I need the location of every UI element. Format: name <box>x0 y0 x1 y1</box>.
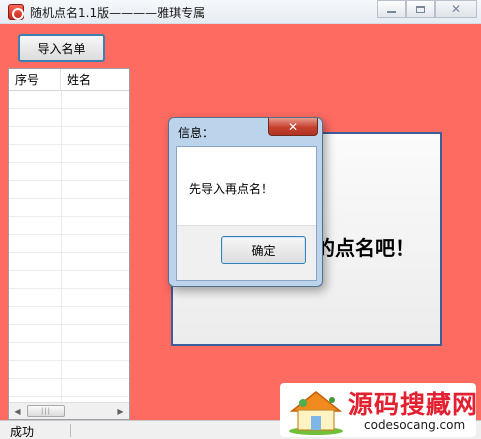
app-icon <box>8 4 24 20</box>
window-title: 随机点名1.1版————雅琪专属 <box>30 6 206 20</box>
watermark-title: 源码搜藏网 <box>348 390 479 419</box>
scrollbar-thumb[interactable]: ||| <box>27 405 65 417</box>
title-bar: 随机点名1.1版————雅琪专属 ✕ <box>0 0 481 24</box>
column-divider <box>61 91 62 403</box>
ok-button[interactable]: 确定 <box>221 236 306 264</box>
scroll-left-icon[interactable]: ◀ <box>10 404 25 418</box>
house-logo-icon <box>289 391 343 435</box>
roster-table[interactable]: 序号 姓名 ◀ ||| ▶ <box>8 68 130 420</box>
grip-icon: ||| <box>40 406 52 415</box>
scroll-right-icon[interactable]: ▶ <box>113 404 128 418</box>
watermark-url: codesocang.com <box>364 418 466 432</box>
minimize-button[interactable] <box>377 0 406 18</box>
minimize-icon <box>387 11 396 13</box>
watermark-logo: 源码搜藏网 codesocang.com <box>280 383 479 437</box>
table-body[interactable] <box>9 91 129 403</box>
dialog-title: 信息： <box>178 126 215 140</box>
dialog-close-button[interactable]: ✕ <box>268 118 318 136</box>
column-header-number[interactable]: 序号 <box>9 69 61 91</box>
column-header-name[interactable]: 姓名 <box>61 69 129 91</box>
dialog-body: 先导入再点名！ 确定 <box>176 146 317 281</box>
close-icon: ✕ <box>287 119 299 134</box>
main-window: 随机点名1.1版————雅琪专属 ✕ 导入名单 序号 姓名 ◀ ||| ▶ 的点… <box>0 0 481 439</box>
window-controls: ✕ <box>377 0 477 18</box>
dialog-message: 先导入再点名！ <box>189 182 274 196</box>
table-header: 序号 姓名 <box>9 69 129 91</box>
import-list-button[interactable]: 导入名单 <box>18 34 105 62</box>
maximize-icon <box>416 5 425 13</box>
info-dialog: 信息： ✕ 先导入再点名！ 确定 <box>168 117 323 287</box>
panel-text: 的点名吧！ <box>315 236 415 260</box>
horizontal-scrollbar[interactable]: ◀ ||| ▶ <box>9 402 129 419</box>
maximize-button[interactable] <box>406 0 435 18</box>
close-button[interactable]: ✕ <box>435 0 477 18</box>
status-text: 成功 <box>10 425 35 439</box>
dialog-footer: 确定 <box>177 225 316 280</box>
close-icon: ✕ <box>450 2 462 16</box>
status-divider <box>70 424 71 437</box>
